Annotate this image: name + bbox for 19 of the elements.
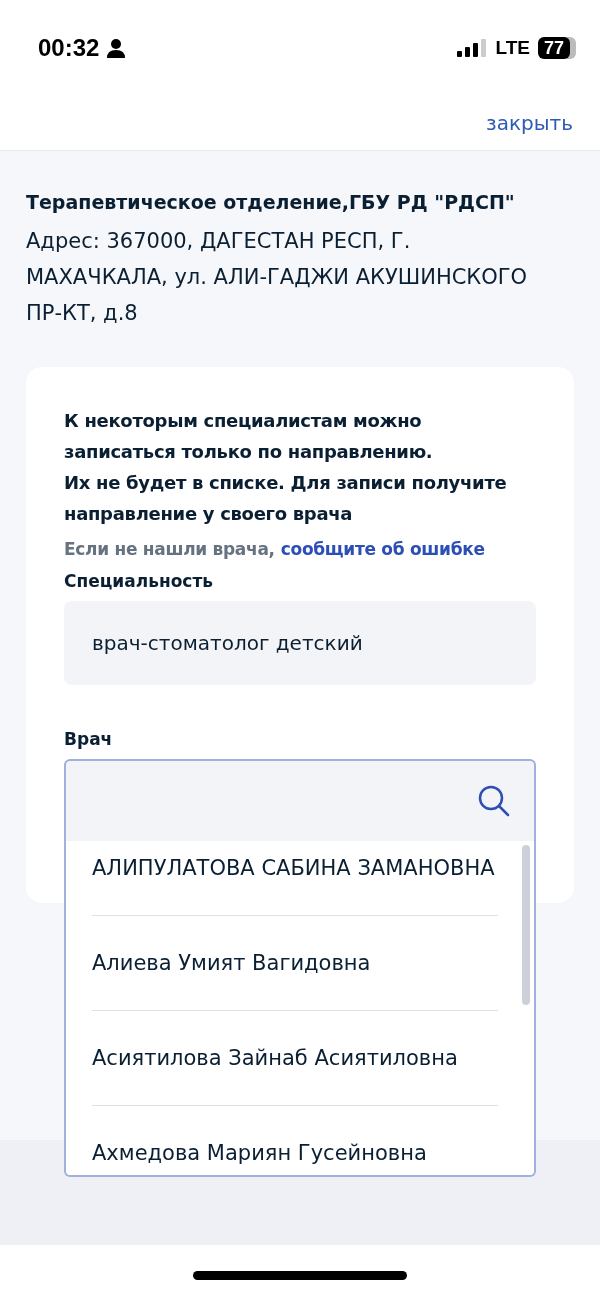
clinic-name: Терапевтическое отделение,ГБУ РД "РДСП" <box>26 191 516 213</box>
doctor-option[interactable]: АЛИПУЛАТОВА САБИНА ЗАМАНОВНА <box>92 841 498 916</box>
status-time: 00:32 <box>38 33 100 62</box>
report-error-link[interactable]: сообщите об ошибке <box>280 539 485 559</box>
person-icon <box>107 37 126 58</box>
doctor-label: Врач <box>64 729 114 749</box>
scrollbar[interactable] <box>522 845 530 1005</box>
referral-notice: К некоторым специалистам можно записаться только по направлению. Их не будет в списке. Для записи получите направление у своего врача <box>64 409 508 526</box>
search-icon <box>478 785 510 817</box>
specialty-label: Специальность <box>64 571 215 591</box>
close-link[interactable]: закрыть <box>486 110 573 135</box>
network-label: LTE <box>495 36 530 59</box>
specialty-select[interactable]: врач-стоматолог детский <box>64 601 536 685</box>
clinic-address: Адрес: 367000, ДАГЕСТАН РЕСП, Г. МАХАЧКАЛА, ул. АЛИ-ГАДЖИ АКУШИНСКОГО ПР-КТ, д.8 <box>26 228 529 327</box>
doctor-option[interactable]: Алиева Умият Вагидовна <box>92 916 498 1011</box>
doctor-search-field[interactable] <box>64 759 536 843</box>
signal-icon <box>457 38 488 57</box>
hint-text: Если не нашли врача, <box>64 539 275 559</box>
doctor-option[interactable]: Асиятилова Зайнаб Асиятиловна <box>92 1011 498 1106</box>
